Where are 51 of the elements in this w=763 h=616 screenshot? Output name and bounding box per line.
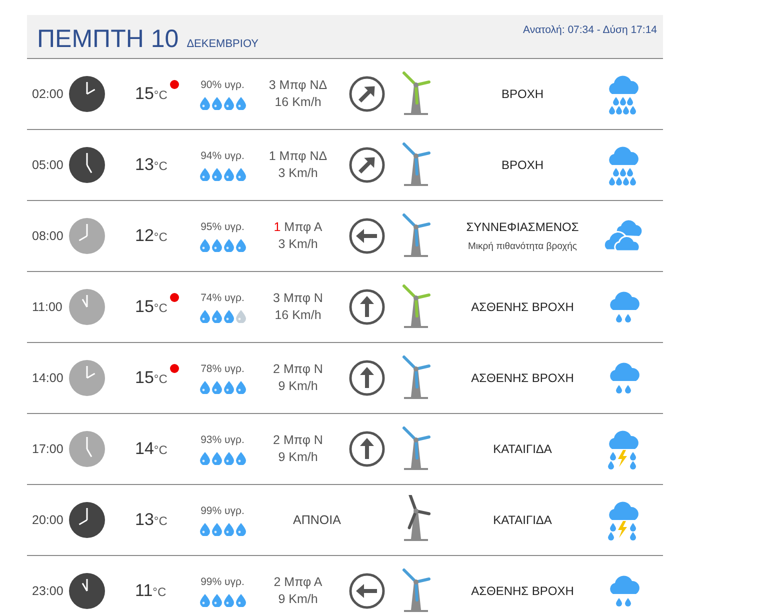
- calm-wind-text: ΑΠΝΟΙΑ: [292, 512, 342, 529]
- humidity-text: 78% υγρ.: [200, 362, 246, 378]
- wind-force-text: 2 Μπφ Ν: [272, 432, 324, 449]
- wind-speed-text: 9 Km/h: [277, 378, 319, 395]
- temperature: 13°C: [135, 509, 168, 531]
- wind-speed-text: 3 Km/h: [277, 165, 319, 182]
- wind-speed-text: 16 Km/h: [274, 307, 322, 324]
- day-title: ΠΕΜΠΤΗ 10: [37, 27, 179, 52]
- condition-note: Μικρή πιθανότητα βροχής: [467, 240, 578, 254]
- temperature: 15°C: [135, 296, 168, 318]
- time-label: 17:00: [32, 440, 64, 458]
- temperature: 14°C: [135, 438, 168, 460]
- time-label: 11:00: [32, 298, 64, 316]
- wind-force-text: 2 Μπφ Ν: [272, 361, 324, 378]
- wind-speed-text: 3 Km/h: [277, 236, 319, 253]
- humidity-text: 95% υγρ.: [200, 220, 246, 236]
- time-label: 20:00: [32, 512, 64, 529]
- time-label: 05:00: [32, 156, 64, 174]
- condition-text: ΒΡΟΧΗ: [500, 157, 544, 174]
- condition-text: ΚΑΤΑΙΓΙΔΑ: [492, 512, 553, 529]
- humidity-text: 74% υγρ.: [200, 291, 246, 306]
- condition-text: ΑΣΘΕΝΗΣ ΒΡΟΧΗ: [470, 583, 575, 600]
- humidity-text: 94% υγρ.: [200, 149, 246, 164]
- condition-text: ΣΥΝΝΕΦΙΑΣΜΕΝΟΣ: [465, 218, 580, 236]
- sunrise-sunset-text: Ανατολή: 07:34 - Δύση 17:14: [523, 23, 657, 38]
- humidity-text: 99% υγρ.: [200, 504, 246, 520]
- time-label: 14:00: [32, 370, 64, 387]
- time-label: 08:00: [32, 228, 64, 245]
- condition-text: ΒΡΟΧΗ: [500, 86, 544, 103]
- wind-force-text: 1 Μπφ Α: [272, 219, 324, 236]
- time-label: 23:00: [32, 582, 64, 600]
- temperature: 13°C: [135, 154, 168, 176]
- wind-speed-text: 9 Km/h: [277, 449, 319, 466]
- condition-text: ΑΣΘΕΝΗΣ ΒΡΟΧΗ: [470, 299, 575, 316]
- time-label: 02:00: [32, 86, 64, 103]
- wind-force-text: 3 Μπφ Ν: [272, 290, 324, 307]
- wind-speed-text: 16 Km/h: [274, 94, 322, 111]
- condition-text: ΑΣΘΕΝΗΣ ΒΡΟΧΗ: [470, 370, 575, 387]
- wind-force-text: 1 Μπφ ΝΔ: [268, 148, 328, 165]
- wind-force-text: 2 Μπφ Α: [272, 574, 324, 591]
- condition-text: ΚΑΤΑΙΓΙΔΑ: [492, 441, 553, 458]
- humidity-text: 90% υγρ.: [200, 78, 246, 94]
- wind-force-text: 3 Μπφ ΝΔ: [268, 77, 328, 94]
- temperature: 12°C: [135, 225, 168, 247]
- temperature: 15°C: [135, 367, 168, 389]
- temperature: 11°C: [135, 580, 168, 602]
- month-label: ΔΕΚΕΜΒΡΙΟΥ: [186, 36, 258, 52]
- humidity-text: 93% υγρ.: [200, 433, 246, 448]
- humidity-text: 99% υγρ.: [200, 575, 246, 590]
- wind-speed-text: 9 Km/h: [277, 591, 319, 608]
- temperature: 15°C: [135, 83, 168, 105]
